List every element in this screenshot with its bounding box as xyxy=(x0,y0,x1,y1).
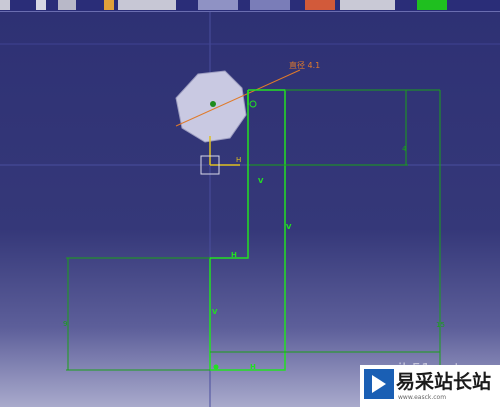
line-icon[interactable] xyxy=(118,0,176,10)
constraint-v-1[interactable]: V xyxy=(258,177,264,185)
diameter-label: 直径 4.1 xyxy=(289,60,320,70)
sketch-canvas[interactable]: 直径 4.1 4 15 9 H V V V H H xyxy=(0,12,500,407)
dimension-9[interactable]: 9 xyxy=(63,320,67,328)
h-axis-label: H xyxy=(236,156,241,164)
zoom-icon[interactable] xyxy=(198,0,238,10)
constraint-h-1[interactable]: H xyxy=(231,251,237,259)
toolbar-icon[interactable] xyxy=(0,0,10,10)
toolbar xyxy=(0,0,500,12)
sphere-model xyxy=(175,70,247,143)
constraint-h-2[interactable]: H xyxy=(250,363,256,371)
constraint-icon[interactable] xyxy=(305,0,335,10)
dimension-4[interactable]: 4 xyxy=(402,145,407,153)
snap-icon[interactable] xyxy=(340,0,395,10)
constraint-v-2[interactable]: V xyxy=(286,223,292,231)
sketch-geometry: 直径 4.1 4 15 9 H V V V H H xyxy=(0,12,500,407)
watermark-badge: 易采站长站 www.easck.com xyxy=(360,365,500,407)
watermark-logo-icon xyxy=(364,369,394,399)
constraint-v-3[interactable]: V xyxy=(212,308,218,316)
select-icon[interactable] xyxy=(104,0,114,10)
grid-icon[interactable] xyxy=(250,0,290,10)
coincidence-constraint[interactable] xyxy=(249,100,257,108)
folder-icon[interactable] xyxy=(36,0,46,10)
watermark-site-name: 易采站长站 xyxy=(396,371,492,393)
color-swatch-icon[interactable] xyxy=(417,0,447,10)
dimension-15[interactable]: 15 xyxy=(436,321,445,329)
sphere-center-point[interactable] xyxy=(210,101,216,107)
origin-point[interactable] xyxy=(213,364,219,370)
watermark-url: www.easck.com xyxy=(398,394,447,401)
open-icon[interactable] xyxy=(58,0,76,10)
